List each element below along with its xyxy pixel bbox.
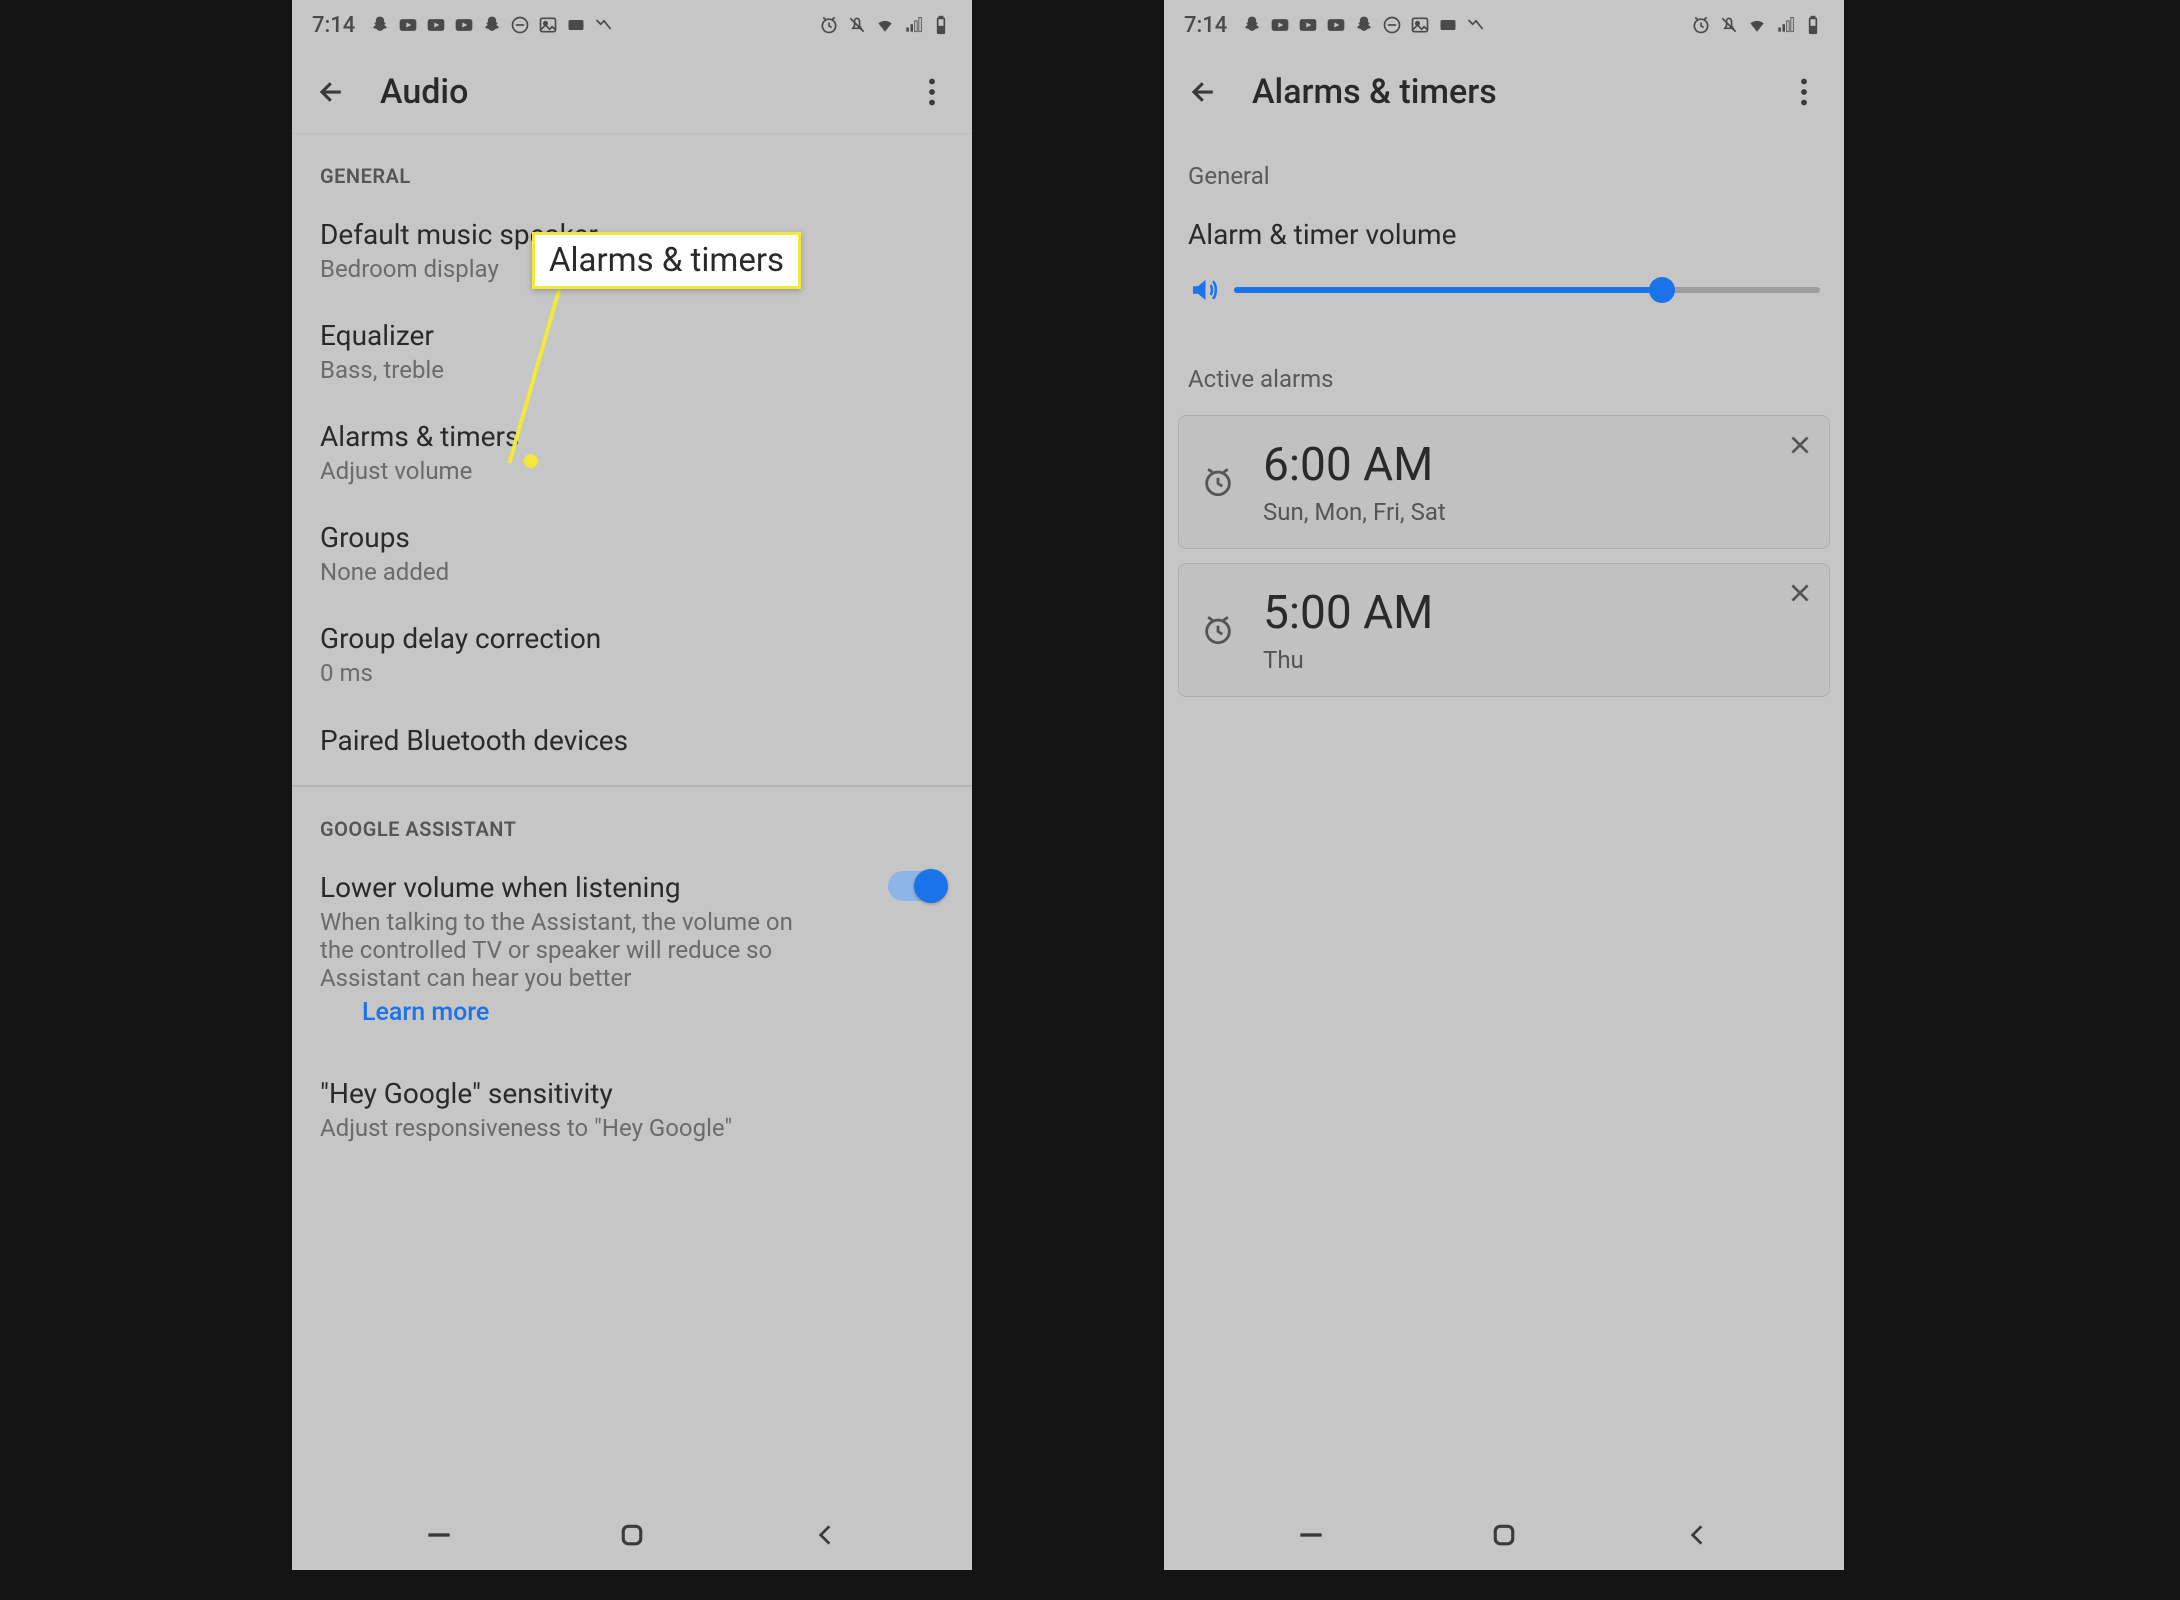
row-equalizer[interactable]: Equalizer Bass, treble	[292, 301, 972, 402]
volume-title: Alarm & timer volume	[1164, 198, 1844, 269]
nav-back[interactable]	[802, 1512, 848, 1558]
nav-back[interactable]	[1674, 1512, 1720, 1558]
row-title: Group delay correction	[320, 622, 944, 655]
learn-more-link[interactable]: Learn more	[320, 992, 868, 1027]
dnd-icon	[1381, 15, 1403, 35]
app-header: Audio	[292, 50, 972, 134]
row-hey-google[interactable]: "Hey Google" sensitivity Adjust responsi…	[292, 1059, 972, 1160]
row-title: Equalizer	[320, 319, 944, 352]
row-subtitle: When talking to the Assistant, the volum…	[320, 908, 810, 992]
dnd-icon	[509, 15, 531, 35]
signal-icon	[1774, 15, 1796, 35]
alarm-days: Thu	[1263, 646, 1433, 674]
callout-label: Alarms & timers	[532, 232, 801, 289]
youtube-icon	[1269, 15, 1291, 35]
row-alarms-timers[interactable]: Alarms & timers Adjust volume	[292, 402, 972, 503]
image-icon	[537, 15, 559, 35]
volume-row	[1164, 269, 1844, 329]
row-groups[interactable]: Groups None added	[292, 503, 972, 604]
alarm-time: 5:00 AM	[1263, 586, 1433, 640]
android-navbar	[1164, 1500, 1844, 1570]
android-navbar	[292, 1500, 972, 1570]
lower-volume-toggle[interactable]	[888, 871, 944, 901]
volume-icon	[1188, 275, 1218, 305]
battery-icon	[1802, 15, 1824, 35]
alarm-card[interactable]: 6:00 AM Sun, Mon, Fri, Sat	[1178, 415, 1830, 549]
section-general: GENERAL	[292, 134, 972, 200]
vibrate-icon	[846, 15, 868, 35]
wifi-icon	[874, 15, 896, 35]
row-subtitle: None added	[320, 558, 944, 586]
row-title: Groups	[320, 521, 944, 554]
signal-icon	[902, 15, 924, 35]
badge-icon	[565, 15, 587, 35]
alarm-days: Sun, Mon, Fri, Sat	[1263, 498, 1446, 526]
row-title: Paired Bluetooth devices	[320, 723, 944, 759]
alarm-status-icon	[818, 15, 840, 35]
section-active-alarms: Active alarms	[1164, 329, 1844, 401]
nav-home[interactable]	[1481, 1512, 1527, 1558]
wifi-icon	[1746, 15, 1768, 35]
close-icon[interactable]	[1787, 432, 1813, 462]
youtube-icon-3	[1325, 15, 1347, 35]
row-subtitle: Adjust responsiveness to "Hey Google"	[320, 1114, 944, 1142]
alarm-clock-icon	[1201, 613, 1235, 647]
trend-down-icon	[1465, 15, 1487, 35]
snapchat-icon-2	[481, 15, 503, 35]
app-header: Alarms & timers	[1164, 50, 1844, 134]
close-icon[interactable]	[1787, 580, 1813, 610]
row-title: "Hey Google" sensitivity	[320, 1077, 944, 1110]
youtube-icon-2	[425, 15, 447, 35]
alarm-card[interactable]: 5:00 AM Thu	[1178, 563, 1830, 697]
row-subtitle: Bass, treble	[320, 356, 944, 384]
status-bar: 7:14	[1164, 0, 1844, 50]
row-paired-bluetooth[interactable]: Paired Bluetooth devices	[292, 705, 972, 777]
badge-icon	[1437, 15, 1459, 35]
nav-recents[interactable]	[1288, 1512, 1334, 1558]
phone-left: 7:14 Audio GENERAL	[292, 0, 972, 1570]
more-button[interactable]	[1784, 72, 1824, 112]
status-bar: 7:14	[292, 0, 972, 50]
trend-down-icon	[593, 15, 615, 35]
alarm-clock-icon	[1201, 465, 1235, 499]
row-subtitle: 0 ms	[320, 659, 944, 687]
snapchat-icon-2	[1353, 15, 1375, 35]
phone-right: 7:14 Alarms & timers General Alarm	[1164, 0, 1844, 1570]
section-general: General	[1164, 134, 1844, 198]
row-group-delay[interactable]: Group delay correction 0 ms	[292, 604, 972, 705]
battery-icon	[930, 15, 952, 35]
status-time: 7:14	[312, 13, 355, 38]
vibrate-icon	[1718, 15, 1740, 35]
volume-slider[interactable]	[1234, 287, 1820, 293]
youtube-icon-3	[453, 15, 475, 35]
row-title: Lower volume when listening	[320, 871, 868, 904]
snapchat-icon	[369, 15, 391, 35]
page-title: Alarms & timers	[1252, 72, 1784, 112]
status-time: 7:14	[1184, 13, 1227, 38]
row-subtitle: Adjust volume	[320, 457, 944, 485]
back-button[interactable]	[312, 72, 352, 112]
alarm-status-icon	[1690, 15, 1712, 35]
row-title: Alarms & timers	[320, 420, 944, 453]
alarm-time: 6:00 AM	[1263, 438, 1446, 492]
row-lower-volume[interactable]: Lower volume when listening When talking…	[292, 853, 972, 1045]
section-assistant: GOOGLE ASSISTANT	[292, 787, 972, 853]
snapchat-icon	[1241, 15, 1263, 35]
nav-home[interactable]	[609, 1512, 655, 1558]
youtube-icon	[397, 15, 419, 35]
callout-dot	[524, 454, 538, 468]
back-button[interactable]	[1184, 72, 1224, 112]
nav-recents[interactable]	[416, 1512, 462, 1558]
image-icon	[1409, 15, 1431, 35]
page-title: Audio	[380, 72, 912, 112]
more-button[interactable]	[912, 72, 952, 112]
youtube-icon-2	[1297, 15, 1319, 35]
